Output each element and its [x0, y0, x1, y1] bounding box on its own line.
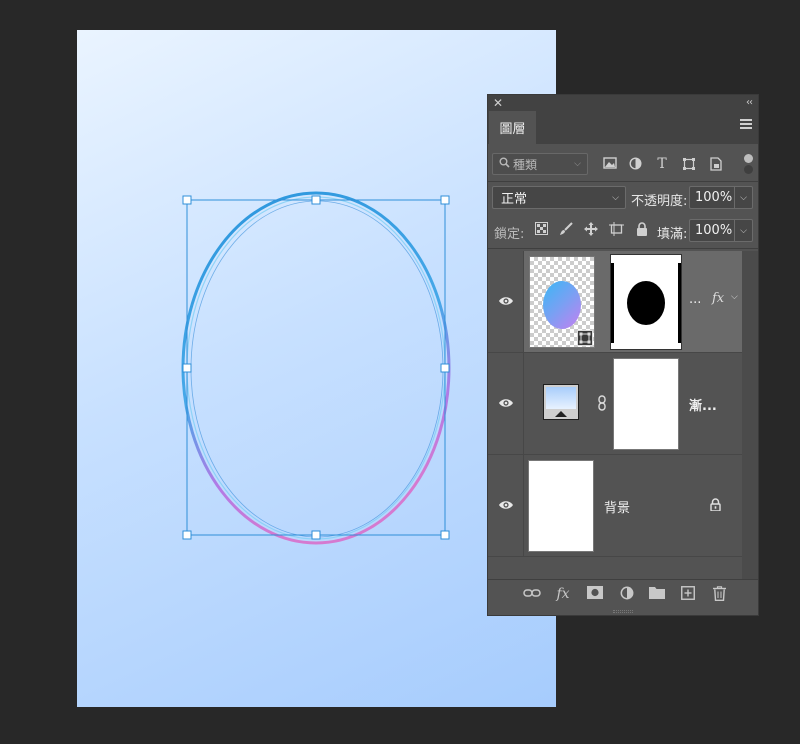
chevron-down-icon: ⌵	[612, 192, 619, 203]
lock-all-icon[interactable]	[634, 222, 650, 238]
mask-border-mark	[678, 263, 681, 343]
layer-thumbnail[interactable]	[528, 460, 594, 552]
adjustment-filter-icon[interactable]	[627, 157, 643, 171]
opacity-label: 不透明度:	[631, 194, 688, 209]
layer-name[interactable]: 背景	[604, 497, 630, 516]
gradient-stop-icon	[555, 411, 567, 417]
blend-mode-value: 正常	[501, 192, 528, 207]
adjustment-icon[interactable]	[618, 586, 636, 602]
search-icon	[499, 157, 510, 171]
visibility-eye-icon[interactable]	[498, 397, 514, 409]
layer-name[interactable]: ...	[689, 292, 701, 307]
panel-footer: fx	[488, 579, 758, 607]
opacity-value: 100%	[695, 190, 733, 205]
transform-handle-bl	[182, 530, 192, 540]
visibility-eye-icon[interactable]	[498, 295, 514, 307]
mask-icon[interactable]	[586, 586, 604, 602]
filter-toggle[interactable]	[744, 154, 753, 174]
transform-handle-t	[311, 195, 321, 205]
smart-object-badge-icon	[577, 330, 593, 346]
image-filter-icon[interactable]	[602, 157, 618, 171]
filter-row: 種類 ⌵ T	[488, 150, 758, 178]
row-separator	[523, 455, 524, 556]
lock-row: 鎖定: 填滿: 100% ⌵	[488, 216, 758, 244]
fill-label: 填滿:	[657, 227, 688, 242]
lock-paint-icon[interactable]	[558, 222, 574, 238]
layer-mask-thumbnail[interactable]	[610, 254, 682, 350]
layers-panel: ✕ ‹‹ 圖層 種類 ⌵ T 正常 ⌵ 不透明度: 100% ⌵ 鎖定: 填滿:…	[487, 94, 759, 616]
transform-handle-tl	[182, 195, 192, 205]
fill-field[interactable]: 100% ⌵	[689, 219, 753, 242]
link-icon[interactable]	[523, 586, 541, 602]
transform-handle-br	[440, 530, 450, 540]
lock-transparent-icon[interactable]	[533, 222, 549, 238]
smart-object-filter-icon[interactable]	[708, 157, 724, 171]
blend-mode-select[interactable]: 正常 ⌵	[492, 186, 626, 209]
layers-list: ... fx ⌵ 漸... 背景	[488, 251, 742, 579]
folder-icon[interactable]	[648, 586, 666, 602]
lock-icon[interactable]	[710, 498, 721, 515]
layer-row[interactable]: ... fx ⌵	[488, 251, 742, 353]
gradient-fill-icon[interactable]	[543, 384, 579, 420]
panel-tab-bar: 圖層	[488, 111, 758, 144]
transform-handle-b	[311, 530, 321, 540]
fx-indicator-icon[interactable]: fx	[712, 291, 724, 306]
close-icon[interactable]: ✕	[493, 95, 503, 111]
shape-filter-icon[interactable]	[681, 157, 697, 171]
lock-label: 鎖定:	[494, 227, 525, 242]
chain-link-icon[interactable]	[597, 395, 607, 415]
tab-layers[interactable]: 圖層	[489, 111, 536, 144]
layer-thumbnail[interactable]	[529, 256, 595, 348]
new-layer-icon[interactable]	[679, 586, 697, 602]
row-separator	[523, 353, 524, 454]
transform-handle-r	[440, 363, 450, 373]
panel-title-bar: ✕ ‹‹	[488, 95, 758, 111]
trash-icon[interactable]	[710, 586, 728, 602]
ellipse-preview	[543, 281, 581, 329]
fill-value: 100%	[695, 223, 733, 238]
lock-position-icon[interactable]	[583, 222, 599, 238]
layer-name[interactable]: 漸...	[689, 395, 717, 414]
chevron-down-icon: ⌵	[574, 159, 581, 169]
chevron-down-icon[interactable]: ⌵	[731, 292, 738, 302]
chevron-down-icon[interactable]: ⌵	[734, 220, 752, 241]
layers-scrollbar[interactable]	[742, 251, 758, 579]
opacity-field[interactable]: 100% ⌵	[689, 186, 753, 209]
divider	[488, 248, 758, 249]
kind-filter-select[interactable]: 種類 ⌵	[492, 153, 588, 175]
document-canvas[interactable]	[77, 30, 556, 707]
fx-icon[interactable]: fx	[554, 586, 572, 602]
gradient-swatch	[546, 387, 576, 409]
type-filter-icon[interactable]: T	[654, 157, 670, 171]
layer-row[interactable]: 背景	[488, 455, 742, 557]
transform-handle-l	[182, 363, 192, 373]
ellipse-ring	[181, 191, 451, 545]
canvas-artwork[interactable]	[77, 30, 556, 707]
transform-bounding-box[interactable]	[182, 195, 450, 540]
collapse-icon[interactable]: ‹‹	[746, 95, 753, 111]
layer-row[interactable]: 漸...	[488, 353, 742, 455]
layer-mask-thumbnail[interactable]	[613, 358, 679, 450]
kind-filter-label: 種類	[513, 157, 538, 172]
chevron-down-icon[interactable]: ⌵	[734, 187, 752, 208]
transform-handle-tr	[440, 195, 450, 205]
panel-menu-icon[interactable]	[740, 119, 752, 131]
mask-ellipse	[627, 281, 665, 325]
mask-border-mark	[611, 263, 614, 343]
divider	[488, 181, 758, 182]
lock-artboard-icon[interactable]	[608, 222, 624, 238]
visibility-eye-icon[interactable]	[498, 499, 514, 511]
resize-grip[interactable]	[613, 610, 633, 613]
blend-row: 正常 ⌵ 不透明度: 100% ⌵	[488, 183, 758, 211]
